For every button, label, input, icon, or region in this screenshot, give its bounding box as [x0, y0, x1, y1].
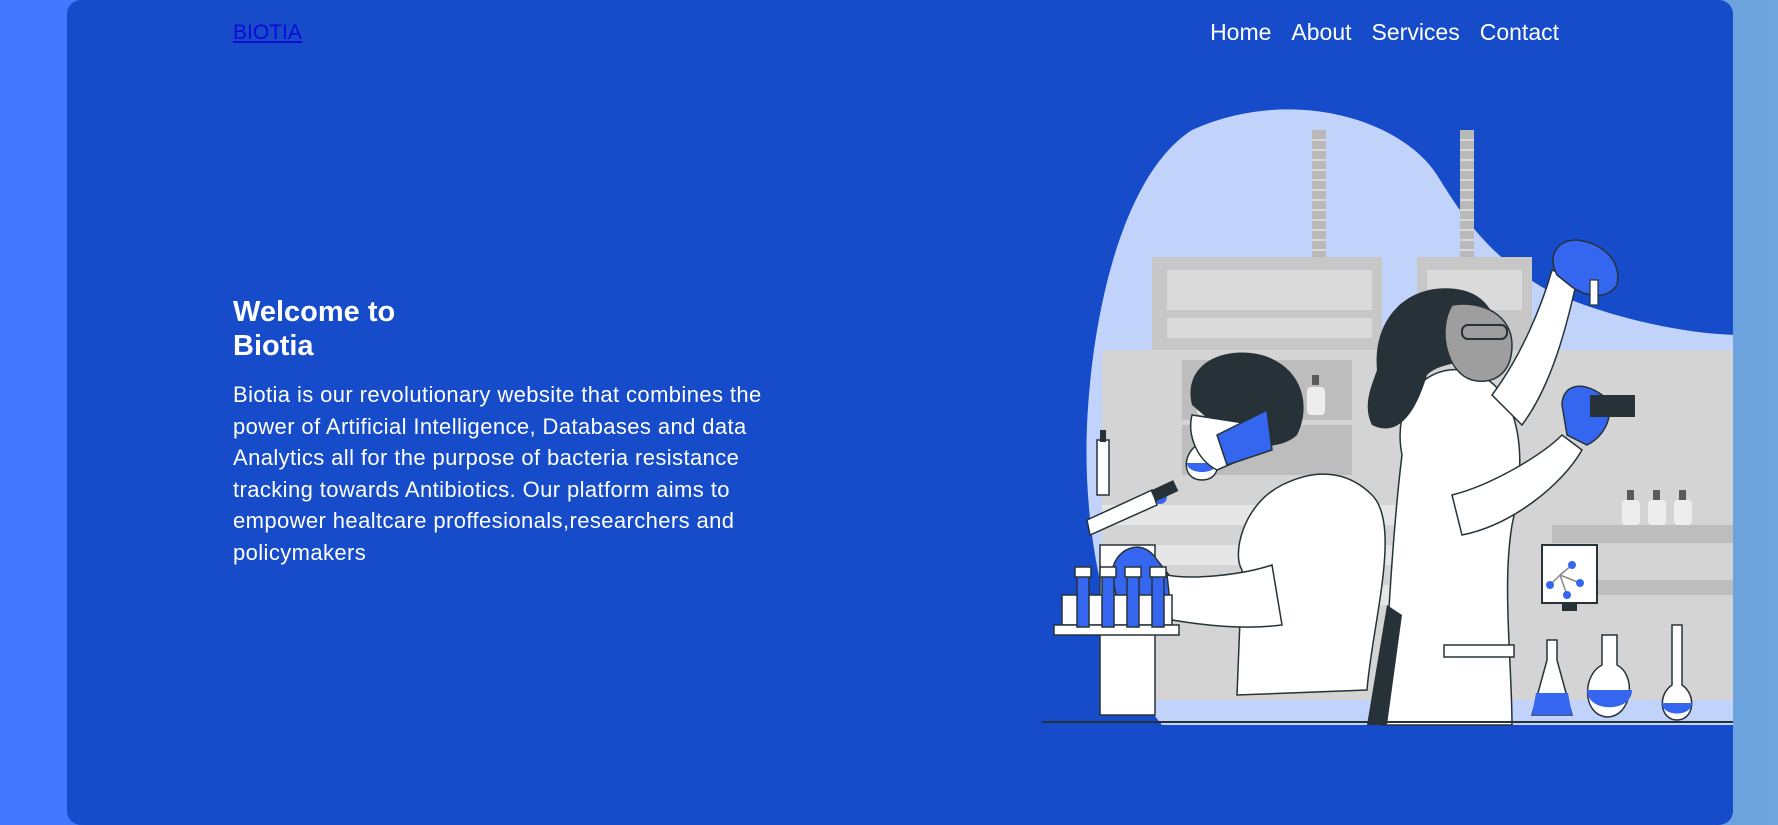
page-container: BIOTIA Home About Services Contact Welco… — [67, 0, 1733, 825]
hero-description: Biotia is our revolutionary website that… — [233, 382, 762, 565]
nav-link-about[interactable]: About — [1291, 19, 1351, 46]
nav-link-home[interactable]: Home — [1210, 19, 1271, 46]
nav-link-services[interactable]: Services — [1372, 19, 1460, 46]
monitor-icon — [1541, 544, 1598, 611]
navbar: BIOTIA Home About Services Contact — [67, 0, 1733, 70]
nav-links: Home About Services Contact — [1210, 19, 1559, 46]
logo-link[interactable]: BIOTIA — [233, 21, 302, 45]
lab-scientists-illustration — [1042, 109, 1733, 726]
test-tube-rack-icon — [1053, 566, 1180, 636]
hero-title: Welcome to Biotia — [233, 296, 396, 362]
nav-link-contact[interactable]: Contact — [1480, 19, 1559, 46]
hero-section: Welcome to Biotia Biotia is our revoluti… — [233, 295, 793, 568]
